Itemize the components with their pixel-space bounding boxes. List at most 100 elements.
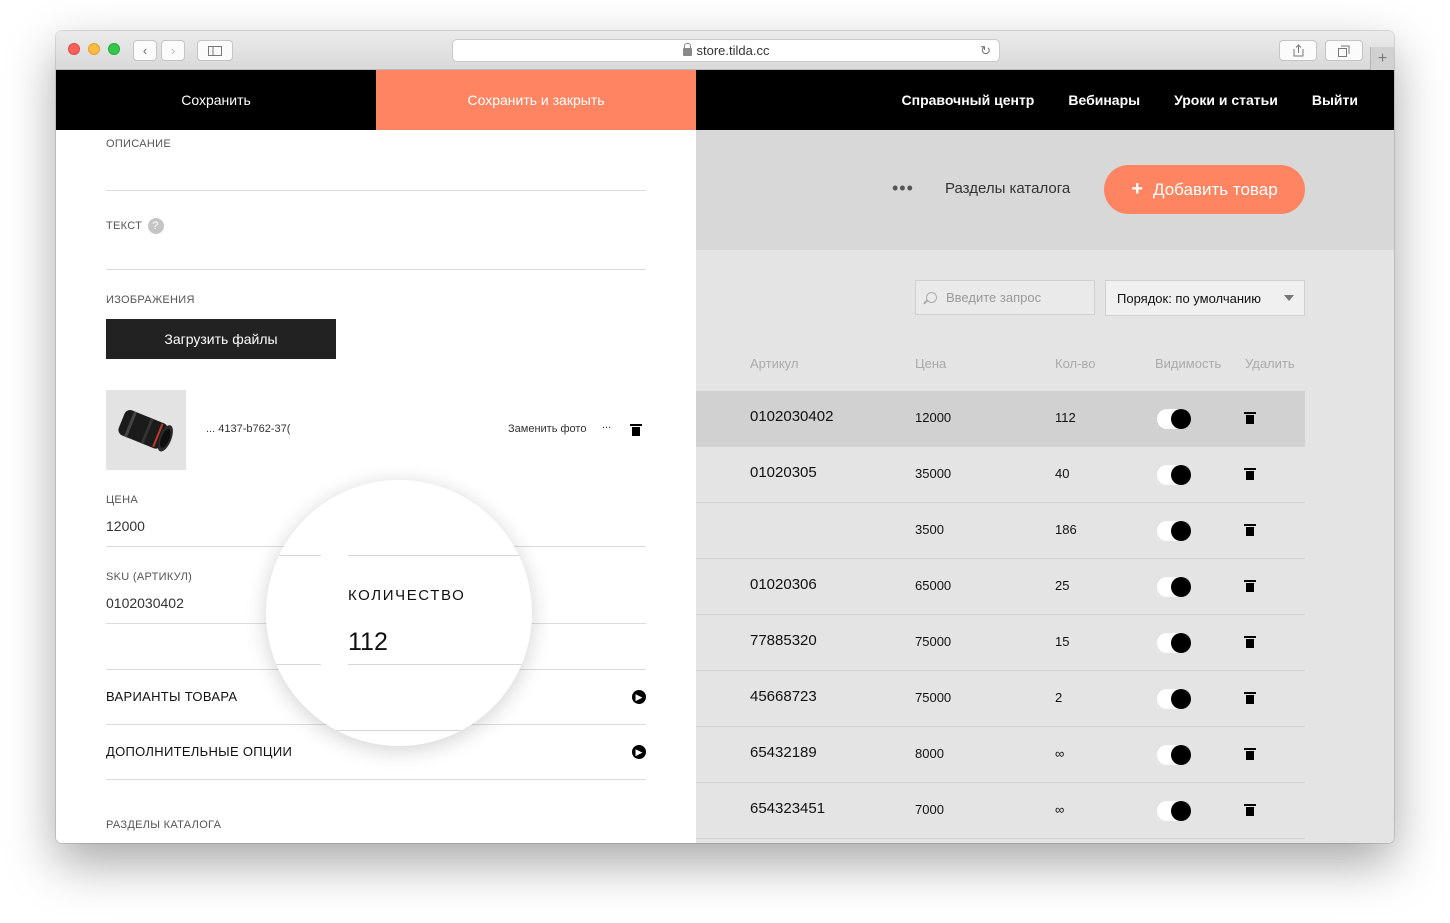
text-label: ТЕКСТ [106, 219, 143, 232]
quantity-magnifier: КОЛИЧЕСТВО 112 [266, 480, 532, 746]
qty-cell: ∞ [1055, 802, 1065, 817]
column-header-price[interactable]: Цена [915, 356, 946, 371]
more-menu-icon[interactable]: ••• [892, 178, 914, 199]
table-row[interactable]: 01020306 65000 25 [696, 559, 1305, 615]
table-row[interactable]: 45668723 75000 2 [696, 671, 1305, 727]
arrow-right-icon[interactable]: ▶ [632, 690, 646, 704]
top-navigation: Справочный центр Вебинары Уроки и статьи… [902, 70, 1358, 130]
browser-window: ‹ › store.tilda.cc ↻ + Сохранить Сохрани… [56, 31, 1394, 843]
column-header-qty[interactable]: Кол-во [1055, 356, 1095, 371]
browser-toolbar: ‹ › store.tilda.cc ↻ + [56, 31, 1394, 70]
price-cell: 12000 [915, 410, 952, 425]
search-placeholder: Введите запрос [946, 290, 1042, 305]
arrow-right-icon[interactable]: ▶ [632, 745, 646, 759]
divider [106, 779, 646, 780]
sku-input[interactable]: 0102030402 [106, 595, 184, 611]
sort-label: Порядок: по умолчанию [1117, 290, 1262, 306]
top-bar: Сохранить Сохранить и закрыть Справочный… [56, 70, 1394, 130]
product-variants-section[interactable]: ВАРИАНТЫ ТОВАРА [106, 689, 237, 704]
price-cell: 3500 [915, 522, 944, 537]
zoom-window-button[interactable] [108, 43, 120, 55]
trash-icon[interactable] [1244, 524, 1256, 536]
add-product-button[interactable]: + Добавить товар [1104, 165, 1305, 214]
visibility-toggle[interactable] [1157, 577, 1191, 597]
divider [348, 555, 532, 556]
plus-icon: + [1131, 178, 1144, 200]
visibility-toggle[interactable] [1157, 465, 1191, 485]
nav-logout[interactable]: Выйти [1312, 92, 1358, 108]
price-cell: 35000 [915, 466, 952, 481]
search-icon [926, 292, 937, 303]
image-filename: ... 4137-b762-37( [206, 423, 291, 435]
table-row[interactable]: 77885320 75000 15 [696, 615, 1305, 671]
nav-lessons-articles[interactable]: Уроки и статьи [1174, 92, 1278, 108]
trash-icon[interactable] [1244, 804, 1256, 816]
save-button[interactable]: Сохранить [56, 70, 376, 130]
trash-icon[interactable] [1244, 748, 1256, 760]
trash-icon[interactable] [1244, 580, 1256, 592]
help-icon[interactable]: ? [147, 218, 164, 234]
share-icon [1293, 44, 1303, 57]
extra-options-section[interactable]: ДОПОЛНИТЕЛЬНЫЕ ОПЦИИ [106, 744, 292, 759]
visibility-toggle[interactable] [1157, 689, 1191, 709]
quantity-input[interactable]: 112 [348, 628, 388, 657]
price-cell: 75000 [915, 634, 952, 649]
visibility-toggle[interactable] [1157, 521, 1191, 541]
price-input[interactable]: 12000 [106, 518, 145, 534]
visibility-toggle[interactable] [1157, 801, 1191, 821]
visibility-toggle[interactable] [1157, 409, 1191, 429]
delete-image-icon[interactable] [630, 424, 642, 436]
qty-cell: 2 [1055, 690, 1063, 705]
chevron-right-icon: › [170, 43, 176, 58]
sku-cell: 01020305 [750, 464, 817, 481]
sort-select[interactable]: Порядок: по умолчанию [1105, 280, 1305, 316]
reload-icon[interactable]: ↻ [980, 43, 991, 59]
description-field[interactable] [106, 190, 646, 191]
share-button[interactable] [1279, 40, 1317, 61]
tilda-store-editor: Сохранить Сохранить и закрыть Справочный… [56, 70, 1394, 843]
sku-cell: 0102030402 [750, 408, 834, 425]
visibility-toggle[interactable] [1157, 745, 1191, 765]
close-window-button[interactable] [68, 43, 80, 55]
address-bar[interactable]: store.tilda.cc ↻ [452, 39, 1000, 62]
catalog-sections-link[interactable]: Разделы каталога [945, 180, 1070, 197]
column-header-delete: Удалить [1245, 356, 1295, 371]
tabs-overview-button[interactable] [1325, 40, 1363, 61]
divider [266, 555, 321, 556]
trash-icon[interactable] [1244, 412, 1256, 424]
forward-button[interactable]: › [161, 40, 185, 61]
sku-cell: 65432189 [750, 744, 817, 761]
upload-files-button[interactable]: Загрузить файлы [106, 319, 336, 359]
trash-icon[interactable] [1244, 692, 1256, 704]
column-header-sku[interactable]: Артикул [750, 356, 798, 371]
replace-photo-link[interactable]: Заменить фото [508, 423, 586, 435]
product-image-thumbnail[interactable] [106, 390, 186, 470]
qty-cell: 186 [1055, 522, 1077, 537]
image-more-menu[interactable]: ... [602, 419, 611, 431]
text-field[interactable] [106, 269, 646, 270]
minimize-window-button[interactable] [88, 43, 100, 55]
sku-label: SKU (АРТИКУЛ) [106, 571, 193, 583]
table-row[interactable]: 3500 186 [696, 503, 1305, 559]
search-input[interactable]: Введите запрос [915, 280, 1095, 315]
camera-lens-image [118, 410, 173, 452]
product-edit-form: ОПИСАНИЕ ТЕКСТ ? ИЗОБРАЖЕНИЯ Загрузить ф… [56, 130, 696, 843]
trash-icon[interactable] [1244, 636, 1256, 648]
new-tab-button[interactable]: + [1370, 47, 1394, 70]
table-row[interactable]: 0102030402 12000 112 [696, 391, 1305, 447]
nav-webinars[interactable]: Вебинары [1068, 92, 1140, 108]
table-row[interactable]: 65432189 8000 ∞ [696, 727, 1305, 783]
sidebar-toggle-button[interactable] [197, 40, 233, 61]
tabs-icon [1338, 45, 1350, 57]
visibility-toggle[interactable] [1157, 633, 1191, 653]
sku-cell: 77885320 [750, 632, 817, 649]
trash-icon[interactable] [1244, 468, 1256, 480]
price-cell: 65000 [915, 578, 952, 593]
qty-cell: ∞ [1055, 746, 1065, 761]
table-row[interactable]: 654323451 7000 ∞ [696, 783, 1305, 839]
table-row[interactable]: 01020305 35000 40 [696, 447, 1305, 503]
description-label: ОПИСАНИЕ [106, 138, 171, 150]
back-button[interactable]: ‹ [133, 40, 157, 61]
save-and-close-button[interactable]: Сохранить и закрыть [376, 70, 696, 130]
nav-help-center[interactable]: Справочный центр [902, 92, 1035, 108]
